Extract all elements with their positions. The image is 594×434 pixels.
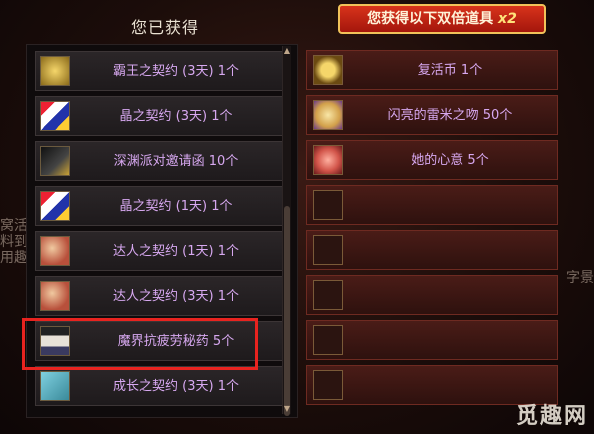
double-item-label: 复活币 1个 (417, 63, 483, 78)
obtained-list-scrollbar[interactable]: ▲ ▼ (282, 46, 291, 416)
obtained-item-row[interactable]: 深渊派对邀请函 10个 (35, 141, 283, 181)
obtained-item-label: 晶之契约 (3天) 1个 (119, 109, 233, 124)
obtained-title: 您已获得 (130, 18, 199, 37)
empty-slot-icon (313, 280, 343, 310)
scrollbar-thumb[interactable] (284, 206, 290, 416)
empty-slot-icon (313, 190, 343, 220)
obtained-item-row[interactable]: 晶之契约 (3天) 1个 (35, 96, 283, 136)
empty-item-row (306, 185, 558, 225)
empty-slot-icon (313, 235, 343, 265)
heart-icon (313, 145, 343, 175)
banner-text: 您获得以下双倍道具 (367, 11, 499, 27)
obtained-item-label: 达人之契约 (3天) 1个 (113, 289, 239, 304)
obtained-item-label: 达人之契约 (1天) 1个 (113, 244, 239, 259)
obtained-item-row[interactable]: 霸王之契约 (3天) 1个 (35, 51, 283, 91)
double-item-label (347, 321, 553, 361)
kiss-icon (313, 100, 343, 130)
black-invitation-icon (40, 146, 70, 176)
crystal-card-icon (40, 101, 70, 131)
growth-card-icon (40, 371, 70, 401)
obtained-item-label: 晶之契约 (1天) 1个 (119, 199, 233, 214)
double-item-row[interactable]: 闪亮的雷米之吻 50个 (306, 95, 558, 135)
empty-item-row (306, 230, 558, 270)
double-items-banner: 您获得以下双倍道具 x2 (338, 4, 546, 34)
master-card-icon (40, 281, 70, 311)
double-item-label (347, 186, 553, 226)
obtained-item-row[interactable]: 成长之契约 (3天) 1个 (35, 366, 283, 406)
double-item-label: 她的心意 5个 (411, 153, 489, 168)
obtained-item-label: 深渊派对邀请函 10个 (113, 154, 239, 169)
obtained-item-label: 霸王之契约 (3天) 1个 (113, 64, 239, 79)
double-item-label: 闪亮的雷米之吻 50个 (387, 108, 513, 123)
empty-item-row (306, 320, 558, 360)
double-item-row[interactable]: 复活币 1个 (306, 50, 558, 90)
empty-slot-icon (313, 325, 343, 355)
banner-multiplier: x2 (498, 11, 517, 27)
empty-slot-icon (313, 370, 343, 400)
double-item-label (347, 231, 553, 271)
scroll-up-icon[interactable]: ▲ (283, 46, 291, 56)
obtained-item-row[interactable]: 达人之契约 (3天) 1个 (35, 276, 283, 316)
master-card-icon (40, 236, 70, 266)
scroll-down-icon[interactable]: ▼ (283, 404, 291, 414)
obtained-item-row[interactable]: 晶之契约 (1天) 1个 (35, 186, 283, 226)
highlight-box (22, 318, 258, 370)
double-items-panel: 复活币 1个 闪亮的雷米之吻 50个 她的心意 5个 (306, 46, 560, 414)
crown-card-icon (40, 56, 70, 86)
empty-item-row (306, 275, 558, 315)
obtained-item-row[interactable]: 达人之契约 (1天) 1个 (35, 231, 283, 271)
watermark: 觅趣网 (515, 404, 588, 429)
revive-coin-icon (313, 55, 343, 85)
double-item-row[interactable]: 她的心意 5个 (306, 140, 558, 180)
obtained-item-label: 成长之契约 (3天) 1个 (113, 379, 239, 394)
double-item-label (347, 276, 553, 316)
crystal-card-icon (40, 191, 70, 221)
background-text-right: 字景 (566, 270, 594, 286)
